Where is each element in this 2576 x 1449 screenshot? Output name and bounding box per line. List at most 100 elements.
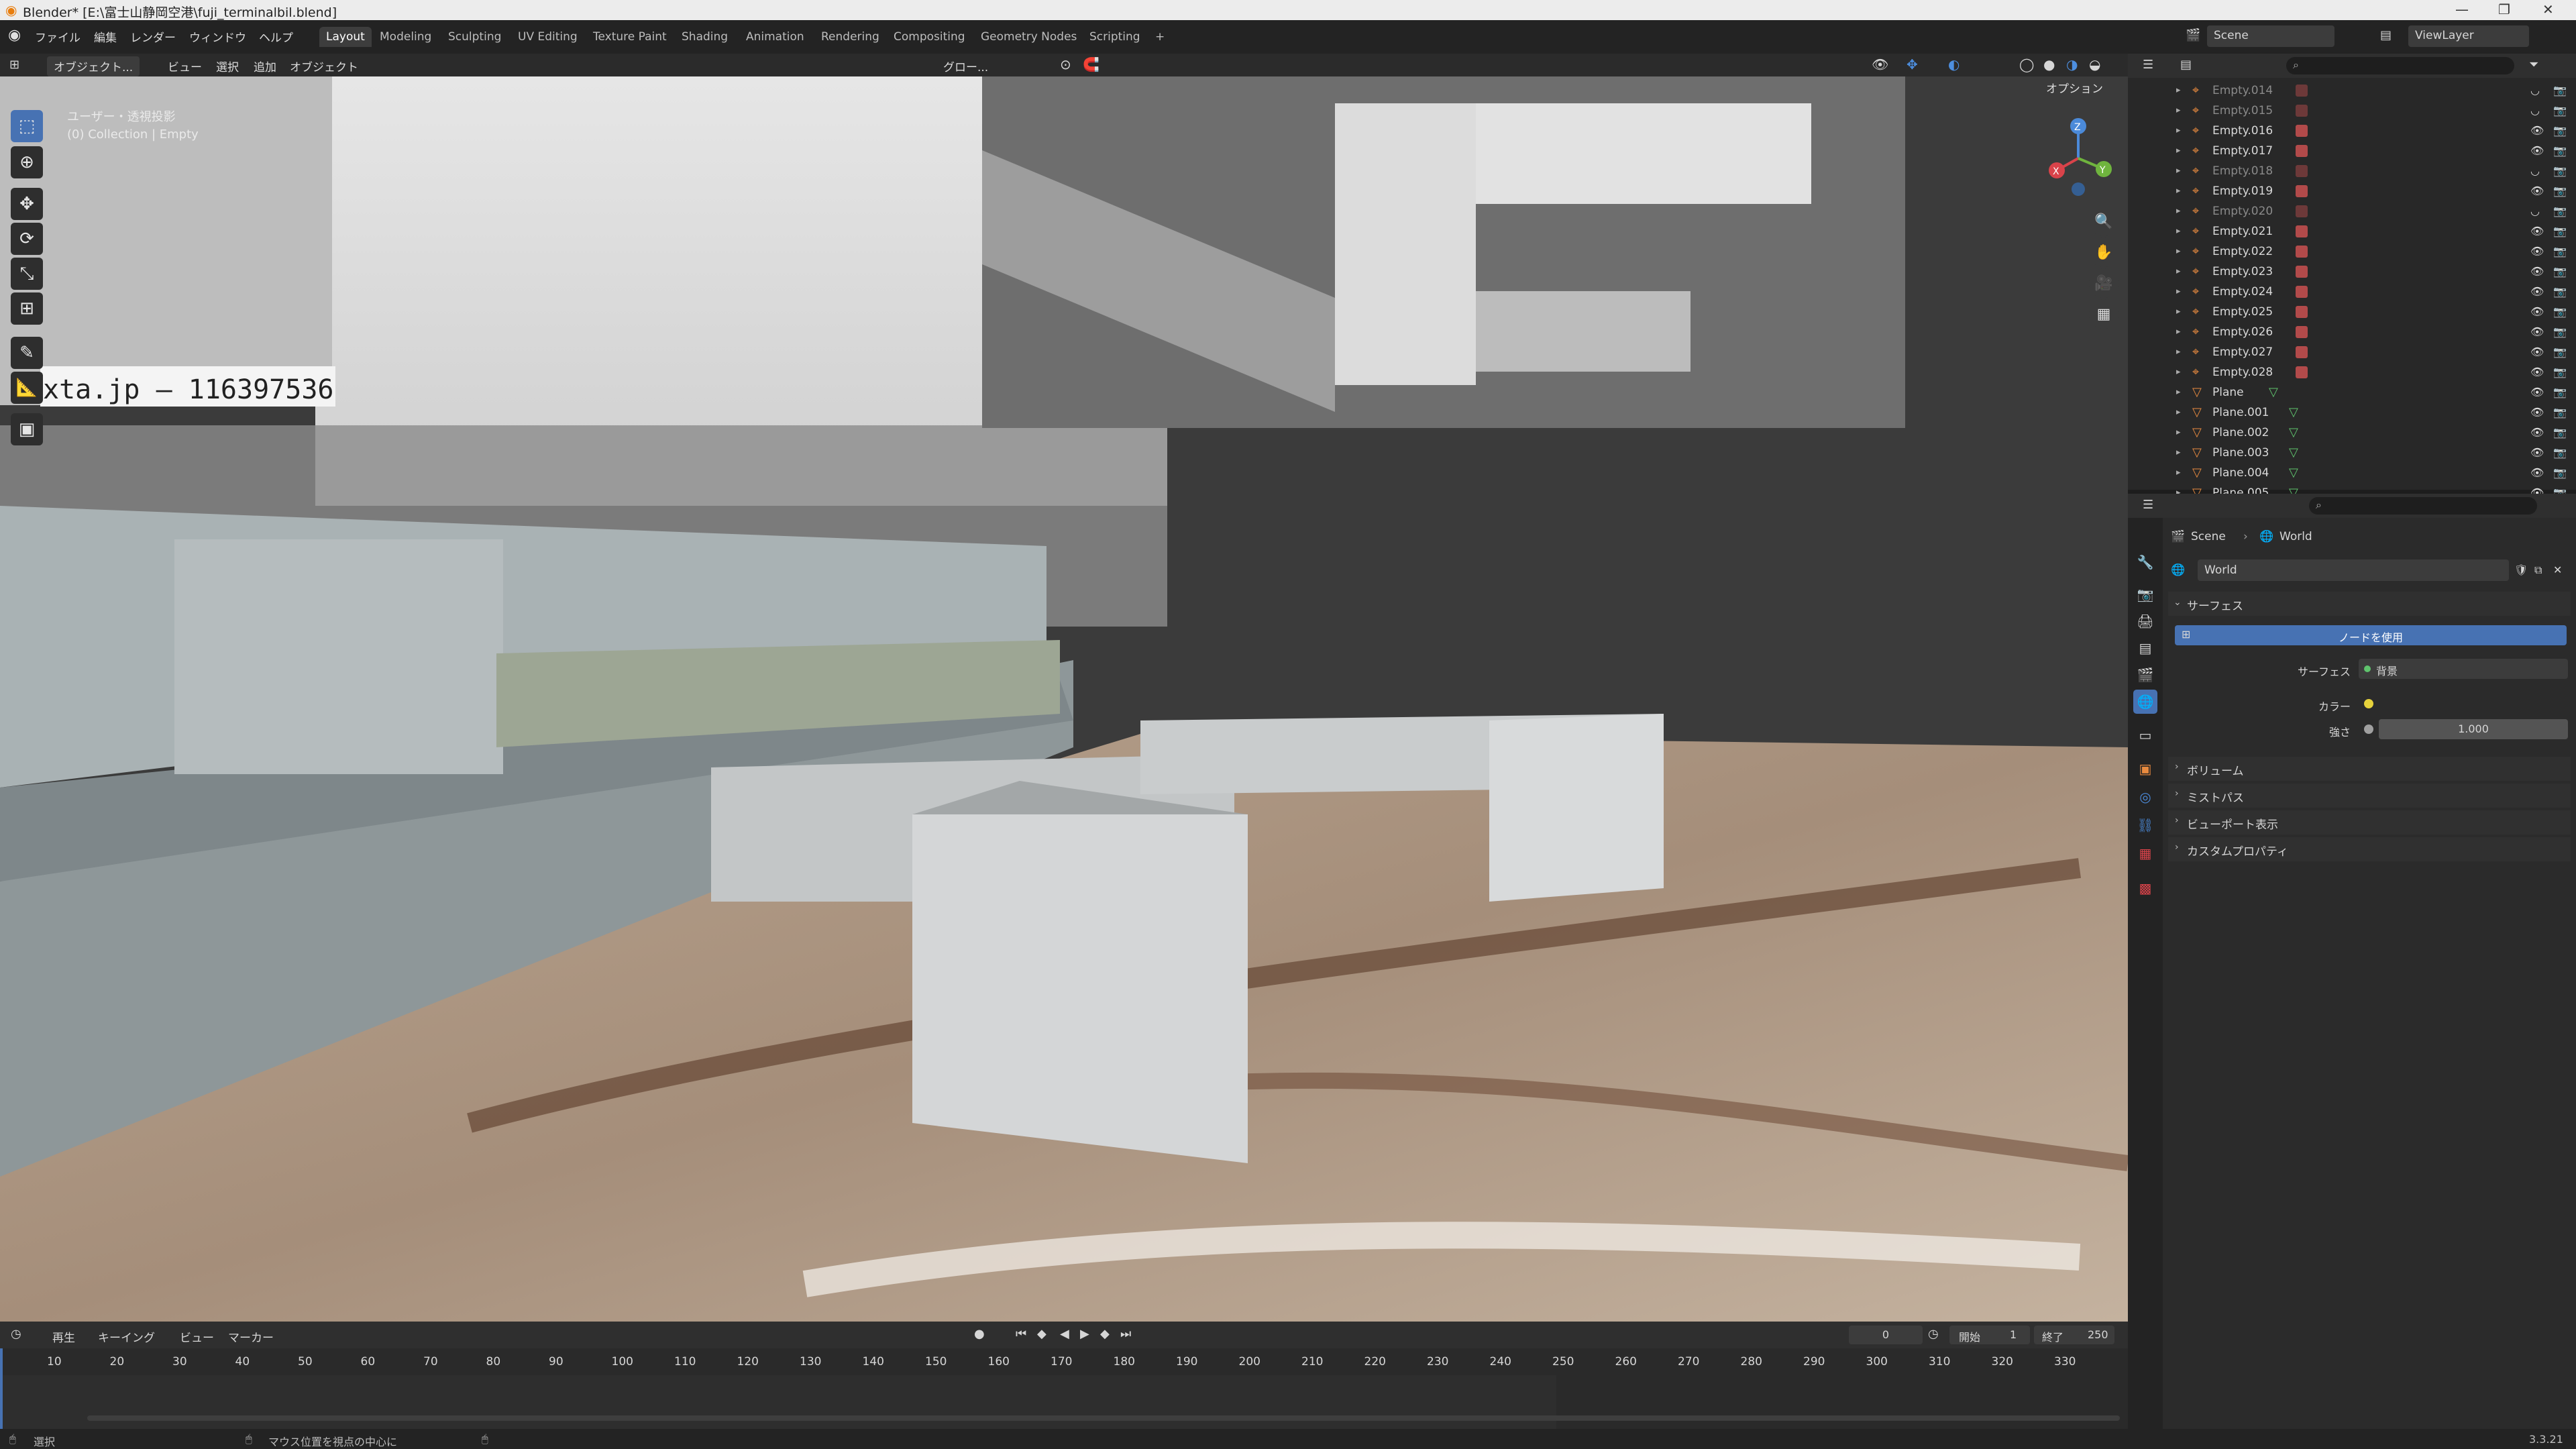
outliner-row[interactable]: ▸ ⌖ Empty.028 👁 📷 <box>2128 362 2576 382</box>
viewport-scene[interactable]: ユーザー・透視投影 (0) Collection | Empty xta.jp … <box>0 76 2128 1322</box>
menu-edit[interactable]: 編集 <box>94 28 117 45</box>
outliner-row[interactable]: ▸ ⌖ Empty.018 ◡ 📷 <box>2128 161 2576 181</box>
expand-arrow-icon[interactable]: ▸ <box>2176 221 2181 241</box>
outliner-item-name[interactable]: Empty.018 <box>2212 161 2273 181</box>
eye-icon[interactable]: 👁 <box>2530 282 2544 302</box>
expand-arrow-icon[interactable]: ▸ <box>2176 241 2181 262</box>
camera-render-icon[interactable]: 📷 <box>2553 423 2567 443</box>
data-tab-icon[interactable]: ▦ <box>2133 841 2157 865</box>
outliner-editor-icon[interactable]: ☰ <box>2143 58 2153 72</box>
camera-render-icon[interactable]: 📷 <box>2553 362 2567 382</box>
tab-shading[interactable]: Shading <box>675 27 735 47</box>
transform-tool-icon[interactable]: ⊞ <box>11 292 43 325</box>
outliner-item-name[interactable]: Plane <box>2212 382 2244 402</box>
outliner-item-name[interactable]: Empty.025 <box>2212 302 2273 322</box>
image-data-icon[interactable] <box>2296 125 2308 137</box>
pivot-icon[interactable]: ⊙ <box>1060 56 1071 72</box>
tab-scripting[interactable]: Scripting <box>1083 27 1147 47</box>
camera-render-icon[interactable]: 📷 <box>2553 302 2567 322</box>
mesh-data-icon[interactable]: ▽ <box>2289 443 2298 463</box>
surface-shader-field[interactable]: 背景 <box>2359 659 2568 679</box>
tab-modeling[interactable]: Modeling <box>373 27 438 47</box>
outliner-item-name[interactable]: Empty.022 <box>2212 241 2273 262</box>
eye-icon[interactable]: 👁 <box>2530 362 2544 382</box>
rendered-shading-icon[interactable]: ◒ <box>2089 56 2100 72</box>
hidden-eye-icon[interactable]: ◡ <box>2530 201 2540 221</box>
output-tab-icon[interactable]: 🖨 <box>2133 609 2157 633</box>
expand-arrow-icon[interactable]: ▸ <box>2176 201 2181 221</box>
pan-hand-icon[interactable]: ✋ <box>2089 237 2118 267</box>
filter-icon[interactable]: ⏷ <box>2529 58 2538 72</box>
image-data-icon[interactable] <box>2296 85 2308 97</box>
menu-render[interactable]: レンダー <box>130 28 176 45</box>
world-name-field[interactable]: World <box>2198 559 2509 581</box>
mist-section-header[interactable]: › ミストパス <box>2168 784 2571 808</box>
color-socket-icon[interactable] <box>2364 699 2373 708</box>
expand-arrow-icon[interactable]: ▸ <box>2176 262 2181 282</box>
annotate-tool-icon[interactable]: ✎ <box>11 337 43 369</box>
outliner-row[interactable]: ▸ ⌖ Empty.021 👁 📷 <box>2128 221 2576 241</box>
tab-compositing[interactable]: Compositing <box>887 27 972 47</box>
wireframe-shading-icon[interactable]: ◯ <box>2019 56 2034 72</box>
outliner-row[interactable]: ▸ ▽ Plane ▽ 👁 📷 <box>2128 382 2576 402</box>
strength-field[interactable]: 1.000 <box>2379 719 2568 739</box>
outliner-item-name[interactable]: Empty.020 <box>2212 201 2273 221</box>
camera-render-icon[interactable]: 📷 <box>2553 201 2567 221</box>
eye-icon[interactable]: 👁 <box>2530 221 2544 241</box>
move-tool-icon[interactable]: ✥ <box>11 188 43 220</box>
world-tab-icon[interactable]: 🌐 <box>2133 690 2157 714</box>
eye-icon[interactable]: 👁 <box>2530 463 2544 483</box>
hidden-eye-icon[interactable]: ◡ <box>2530 80 2540 101</box>
image-data-icon[interactable] <box>2296 185 2308 197</box>
duplicate-icon[interactable]: ⧉ <box>2534 564 2542 577</box>
visibility-icon[interactable]: 👁 <box>1872 56 1888 72</box>
expand-arrow-icon[interactable]: ▸ <box>2176 161 2181 181</box>
close-button[interactable]: ✕ <box>2542 1 2554 17</box>
expand-arrow-icon[interactable]: ▸ <box>2176 443 2181 463</box>
playhead[interactable] <box>0 1348 3 1429</box>
gizmo-toggle-icon[interactable]: ✥ <box>1907 56 1918 72</box>
tab-rendering[interactable]: Rendering <box>814 27 886 47</box>
outliner-item-name[interactable]: Plane.003 <box>2212 443 2269 463</box>
mode-selector[interactable]: オブジェクト... <box>47 56 140 76</box>
select-tool-icon[interactable]: ⬚ <box>11 110 43 142</box>
rotate-tool-icon[interactable]: ⟳ <box>11 223 43 255</box>
outliner-search-input[interactable]: ⌕ <box>2286 57 2514 74</box>
image-data-icon[interactable] <box>2296 286 2308 298</box>
outliner-row[interactable]: ▸ ⌖ Empty.025 👁 📷 <box>2128 302 2576 322</box>
image-data-icon[interactable] <box>2296 366 2308 378</box>
image-data-icon[interactable] <box>2296 346 2308 358</box>
outliner-item-name[interactable]: Empty.017 <box>2212 141 2273 161</box>
viewport-display-section-header[interactable]: › ビューポート表示 <box>2168 810 2571 835</box>
custom-properties-section-header[interactable]: › カスタムプロパティ <box>2168 837 2571 861</box>
outliner-row[interactable]: ▸ ⌖ Empty.020 ◡ 📷 <box>2128 201 2576 221</box>
camera-render-icon[interactable]: 📷 <box>2553 80 2567 101</box>
hidden-eye-icon[interactable]: ◡ <box>2530 101 2540 121</box>
eye-icon[interactable]: 👁 <box>2530 141 2544 161</box>
editor-type-icon[interactable]: ⊞ <box>9 58 19 72</box>
tab-layout[interactable]: Layout <box>319 27 372 47</box>
volume-section-header[interactable]: › ボリューム <box>2168 757 2571 781</box>
tab-geometry-nodes[interactable]: Geometry Nodes <box>974 27 1083 47</box>
camera-render-icon[interactable]: 📷 <box>2553 342 2567 362</box>
outliner-row[interactable]: ▸ ⌖ Empty.027 👁 📷 <box>2128 342 2576 362</box>
eye-icon[interactable]: 👁 <box>2530 342 2544 362</box>
properties-editor-icon[interactable]: ☰ <box>2143 498 2153 512</box>
outliner-item-name[interactable]: Plane.002 <box>2212 423 2269 443</box>
tab-animation[interactable]: Animation <box>739 27 811 47</box>
add-cube-tool-icon[interactable]: ▣ <box>11 413 43 445</box>
navigation-gizmo[interactable]: Z X Y <box>2037 110 2124 197</box>
eye-icon[interactable]: 👁 <box>2530 322 2544 342</box>
outliner-row[interactable]: ▸ ⌖ Empty.019 👁 📷 <box>2128 181 2576 201</box>
outliner-row[interactable]: ▸ ▽ Plane.001 ▽ 👁 📷 <box>2128 402 2576 423</box>
eye-icon[interactable]: 👁 <box>2530 402 2544 423</box>
menu-file[interactable]: ファイル <box>35 28 80 45</box>
outliner-item-name[interactable]: Empty.027 <box>2212 342 2273 362</box>
image-data-icon[interactable] <box>2296 165 2308 177</box>
expand-arrow-icon[interactable]: ▸ <box>2176 382 2181 402</box>
properties-search-input[interactable]: ⌕ <box>2309 497 2537 515</box>
image-data-icon[interactable] <box>2296 105 2308 117</box>
tab-sculpting[interactable]: Sculpting <box>441 27 508 47</box>
outliner-row[interactable]: ▸ ⌖ Empty.024 👁 📷 <box>2128 282 2576 302</box>
eye-icon[interactable]: 👁 <box>2530 181 2544 201</box>
